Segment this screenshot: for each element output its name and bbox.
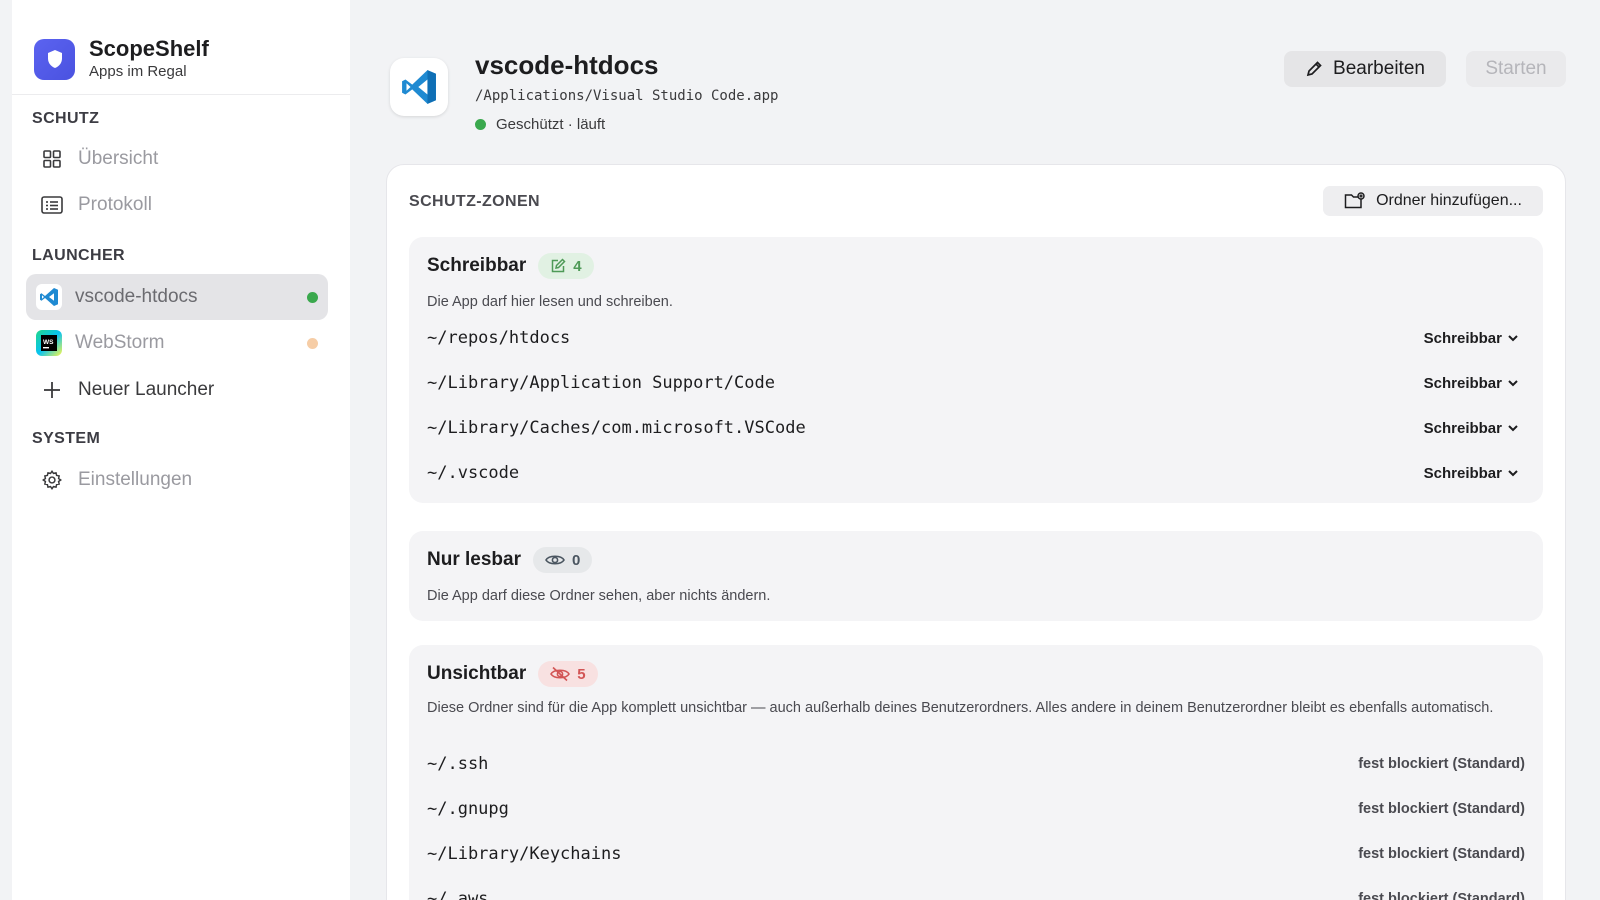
- status-dot: [475, 119, 486, 130]
- status-dot-idle: [307, 338, 318, 349]
- folder-path: ~/Library/Caches/com.microsoft.VSCode: [427, 418, 806, 438]
- access-mode-dropdown[interactable]: Schreibbar: [1424, 420, 1525, 437]
- folder-path: ~/.ssh: [427, 754, 489, 774]
- chevron-down-icon: [1507, 424, 1519, 432]
- section-label-launcher: LAUNCHER: [32, 247, 125, 264]
- new-launcher-label: Neuer Launcher: [78, 379, 215, 400]
- plus-icon: [40, 378, 64, 402]
- sidebar-item-label: vscode-htdocs: [75, 286, 198, 307]
- access-mode-value: Schreibbar: [1423, 329, 1502, 347]
- sidebar-item-einstellungen[interactable]: Einstellungen: [26, 457, 328, 503]
- webstorm-icon: WS: [36, 330, 62, 356]
- eye-icon: [545, 553, 565, 567]
- fixed-block-label: fest blockiert (Standard): [1358, 846, 1525, 862]
- eye-slash-icon: [550, 666, 571, 682]
- brand-subtitle: Apps im Regal: [89, 63, 187, 80]
- folder-path: ~/Library/Keychains: [427, 844, 622, 864]
- sidebar-item-label: Einstellungen: [78, 469, 193, 490]
- folder-row: ~/Library/Application Support/Code Schre…: [427, 368, 1525, 398]
- start-button[interactable]: Starten: [1466, 51, 1566, 87]
- sidebar-item-label: Protokoll: [78, 194, 152, 215]
- status-text: Geschützt · läuft: [496, 116, 606, 133]
- sidebar-item-label: WebStorm: [75, 332, 165, 353]
- zone-title: Unsichtbar: [427, 663, 527, 684]
- folder-path: ~/.aws: [427, 889, 489, 900]
- zone-writable: Schreibbar 4 Die App darf hier lesen und…: [409, 237, 1543, 503]
- folder-row: ~/.vscode Schreibbar: [427, 458, 1525, 488]
- zone-header: Schreibbar 4: [427, 253, 594, 279]
- page-title: vscode-htdocs: [475, 50, 659, 80]
- access-mode-dropdown[interactable]: Schreibbar: [1424, 375, 1525, 392]
- vscode-icon: [36, 284, 62, 310]
- status-line: Geschützt · läuft: [475, 116, 605, 133]
- count-badge: 0: [532, 547, 593, 573]
- zone-header: Unsichtbar 5: [427, 661, 598, 687]
- sidebar-item-webstorm[interactable]: WS WebStorm: [26, 320, 328, 366]
- zone-description: Die App darf hier lesen und schreiben.: [427, 294, 673, 310]
- sidebar-item-uebersicht[interactable]: Übersicht: [26, 136, 328, 182]
- protection-zones-card: SCHUTZ-ZONEN Ordner hinzufügen... Schrei…: [386, 164, 1566, 900]
- chevron-down-icon: [1507, 469, 1519, 477]
- app-path: /Applications/Visual Studio Code.app: [475, 88, 779, 104]
- count-value: 5: [577, 665, 586, 683]
- access-mode-value: Schreibbar: [1423, 419, 1502, 437]
- divider: [12, 94, 350, 95]
- folder-add-icon: [1344, 192, 1366, 210]
- chevron-down-icon: [1507, 334, 1519, 342]
- gear-icon: [40, 468, 64, 492]
- access-mode-dropdown[interactable]: Schreibbar: [1424, 330, 1525, 347]
- zone-header: Nur lesbar 0: [427, 547, 593, 573]
- folder-path: ~/Library/Application Support/Code: [427, 373, 775, 393]
- folder-row: ~/repos/htdocs Schreibbar: [427, 323, 1525, 353]
- zone-title: Nur lesbar: [427, 549, 521, 570]
- new-launcher-button[interactable]: Neuer Launcher: [26, 367, 328, 413]
- folder-path: ~/.vscode: [427, 463, 520, 483]
- edit-button[interactable]: Bearbeiten: [1284, 51, 1446, 87]
- sidebar-item-vscode-htdocs[interactable]: vscode-htdocs: [26, 274, 328, 320]
- fixed-block-label: fest blockiert (Standard): [1358, 891, 1525, 900]
- count-badge: 5: [538, 661, 598, 687]
- folder-path: ~/repos/htdocs: [427, 328, 571, 348]
- shield-logo-icon: [34, 38, 75, 80]
- folder-row: ~/.aws fest blockiert (Standard): [427, 884, 1525, 900]
- brand-title: ScopeShelf: [89, 36, 209, 61]
- access-mode-value: Schreibbar: [1423, 464, 1502, 482]
- grid-icon: [40, 147, 64, 171]
- count-badge: 4: [538, 253, 594, 279]
- count-value: 0: [571, 551, 581, 569]
- sidebar-item-protokoll[interactable]: Protokoll: [26, 182, 328, 228]
- svg-text:WS: WS: [43, 339, 54, 346]
- count-value: 4: [573, 257, 582, 275]
- zone-readonly: Nur lesbar 0 Die App darf diese Ordner s…: [409, 531, 1543, 621]
- zone-description: Die App darf diese Ordner sehen, aber ni…: [427, 588, 771, 604]
- start-label: Starten: [1485, 58, 1547, 79]
- add-folder-label: Ordner hinzufügen...: [1376, 192, 1522, 209]
- sidebar-item-label: Übersicht: [78, 148, 159, 169]
- vscode-app-icon: [390, 58, 448, 116]
- folder-row: ~/.gnupg fest blockiert (Standard): [427, 794, 1525, 824]
- add-folder-button[interactable]: Ordner hinzufügen...: [1323, 186, 1543, 216]
- edit-square-icon: [550, 258, 566, 274]
- zone-description: Diese Ordner sind für die App komplett u…: [427, 700, 1494, 716]
- zone-hidden: Unsichtbar 5 Diese Ordner sind für die A…: [409, 645, 1543, 900]
- section-label-system: SYSTEM: [32, 430, 101, 447]
- chevron-down-icon: [1507, 379, 1519, 387]
- brand: ScopeShelf Apps im Regal: [34, 36, 209, 82]
- zone-title: Schreibbar: [427, 255, 527, 276]
- status-dot-running: [307, 292, 318, 303]
- edit-label: Bearbeiten: [1333, 58, 1425, 79]
- card-title: SCHUTZ-ZONEN: [409, 193, 541, 210]
- access-mode-dropdown[interactable]: Schreibbar: [1424, 465, 1525, 482]
- folder-path: ~/.gnupg: [427, 799, 509, 819]
- folder-row: ~/.ssh fest blockiert (Standard): [427, 749, 1525, 779]
- folder-row: ~/Library/Keychains fest blockiert (Stan…: [427, 839, 1525, 869]
- fixed-block-label: fest blockiert (Standard): [1358, 756, 1525, 772]
- fixed-block-label: fest blockiert (Standard): [1358, 801, 1525, 817]
- sidebar: ScopeShelf Apps im Regal SCHUTZ Übersich…: [12, 0, 350, 900]
- section-label-schutz: SCHUTZ: [32, 110, 100, 127]
- folder-row: ~/Library/Caches/com.microsoft.VSCode Sc…: [427, 413, 1525, 443]
- pencil-icon: [1305, 60, 1323, 78]
- list-icon: [40, 193, 64, 217]
- access-mode-value: Schreibbar: [1423, 374, 1502, 392]
